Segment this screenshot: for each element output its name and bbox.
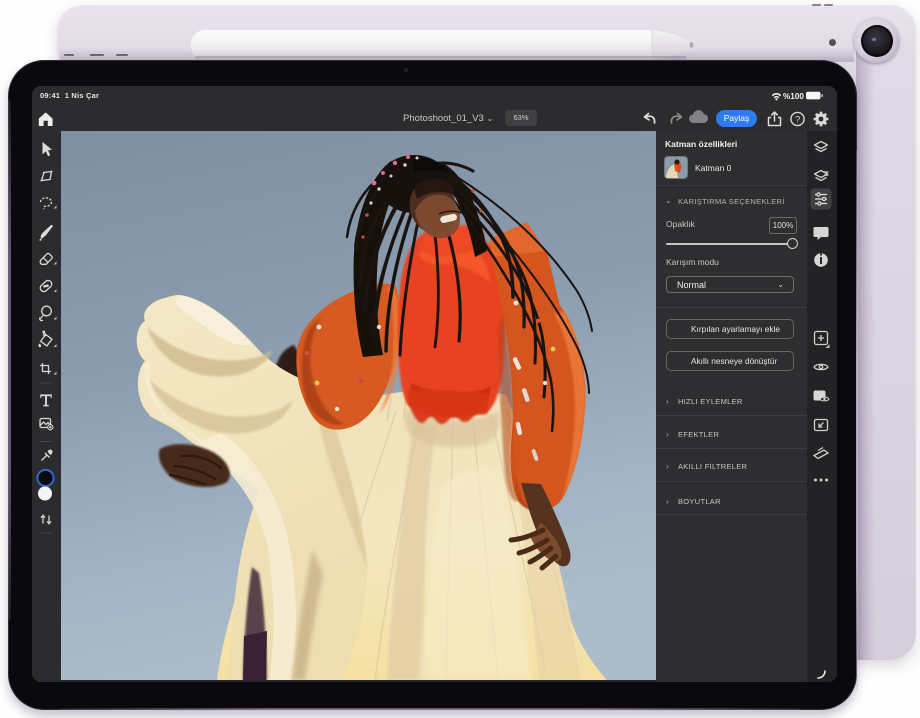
svg-text:%100: %100 — [783, 92, 804, 101]
svg-text:?: ? — [795, 114, 800, 124]
